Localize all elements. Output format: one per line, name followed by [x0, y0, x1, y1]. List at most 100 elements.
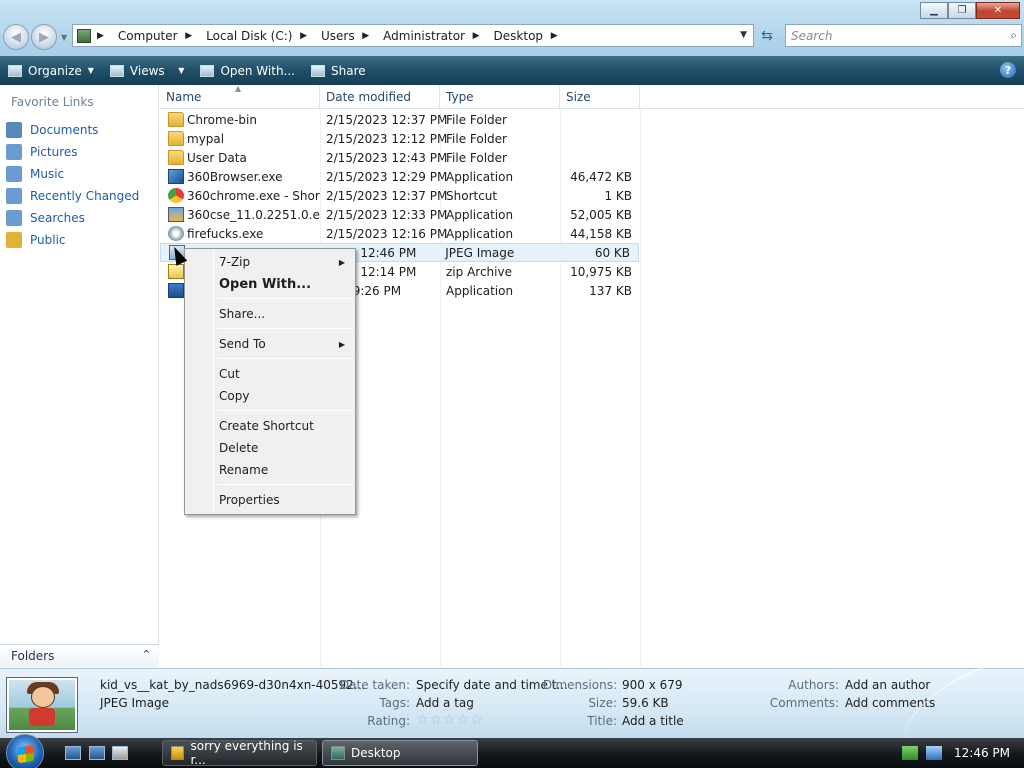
breadcrumb-desktop[interactable]: Desktop ▶	[494, 29, 566, 43]
views-button[interactable]: Views ▼	[102, 56, 193, 85]
refresh-icon: ⇆	[761, 27, 773, 44]
breadcrumb-root-arrow[interactable]: ▶	[97, 31, 112, 41]
menu-item-cut[interactable]: Cut	[219, 364, 351, 384]
rating-stars[interactable]: ☆☆☆☆☆	[416, 712, 484, 728]
menu-separator	[217, 358, 353, 359]
menu-item-delete[interactable]: Delete	[219, 438, 351, 458]
table-row[interactable]: Chrome-bin 2/15/2023 12:37 PM File Folde…	[160, 110, 640, 129]
column-header-date[interactable]: Date modified	[320, 85, 440, 109]
chat-app-icon	[171, 746, 185, 760]
sidebar-item-documents[interactable]: Documents	[6, 119, 139, 141]
menu-item-7zip[interactable]: 7-Zip ▶	[219, 252, 351, 272]
sidebar-item-music[interactable]: Music	[6, 163, 139, 185]
recent-pages-dropdown[interactable]: ▼	[61, 33, 67, 42]
back-arrow-icon: ◀	[11, 29, 21, 45]
folders-toggle[interactable]: Folders ⌃	[0, 644, 159, 667]
calculator-icon[interactable]	[112, 746, 128, 760]
chrome-shortcut-icon	[168, 188, 184, 203]
table-row[interactable]: 360cse_11.0.2251.0.exe 2/15/2023 12:33 P…	[160, 205, 640, 224]
comments-label: Comments:	[769, 696, 839, 710]
maximize-button[interactable]: ❐	[948, 2, 976, 19]
menu-separator	[217, 298, 353, 299]
system-tray: 12:46 PM	[902, 738, 1024, 768]
forward-button[interactable]: ▶	[31, 24, 57, 50]
folder-icon	[168, 112, 184, 127]
table-row[interactable]: mypal 2/15/2023 12:12 PM File Folder	[160, 129, 640, 148]
column-headers: Name ▲ Date modified Type Size	[160, 84, 1024, 109]
breadcrumb-users[interactable]: Users ▶	[321, 29, 377, 43]
rating-label: Rating:	[367, 714, 410, 728]
tags-label: Tags:	[379, 696, 410, 710]
app-icon	[168, 283, 184, 298]
menu-item-share[interactable]: Share...	[219, 304, 351, 324]
column-header-name[interactable]: Name ▲	[160, 84, 320, 109]
menu-item-copy[interactable]: Copy	[219, 386, 351, 406]
taskbar-button-desktop[interactable]: Desktop	[322, 740, 478, 766]
chevron-down-icon: ▼	[87, 66, 94, 75]
pictures-icon	[6, 144, 22, 160]
sort-ascending-icon: ▲	[235, 84, 242, 93]
clock[interactable]: 12:46 PM	[954, 746, 1010, 760]
open-with-icon	[200, 64, 215, 77]
window-controls: ▁ ❐ ✕	[920, 2, 1020, 19]
title-label: Title:	[587, 714, 617, 728]
sidebar-item-public[interactable]: Public	[6, 229, 139, 251]
address-dropdown-icon[interactable]: ▼	[740, 30, 747, 40]
context-menu-gutter	[213, 251, 214, 512]
title-value[interactable]: Add a title	[622, 714, 684, 728]
back-button[interactable]: ◀	[3, 24, 29, 50]
sidebar-item-recently-changed[interactable]: Recently Changed	[6, 185, 139, 207]
share-button[interactable]: Share	[303, 56, 374, 85]
breadcrumb-local-disk[interactable]: Local Disk (C:) ▶	[206, 29, 315, 43]
menu-item-create-shortcut[interactable]: Create Shortcut	[219, 416, 351, 436]
switch-windows-icon[interactable]	[89, 746, 105, 760]
navigation-pane: Favorite Links Documents Pictures Music …	[0, 85, 159, 667]
menu-item-rename[interactable]: Rename	[219, 460, 351, 480]
context-menu: 7-Zip ▶ Open With... Share... Send To ▶ Cu…	[184, 248, 356, 515]
security-shield-icon[interactable]	[902, 746, 918, 760]
table-row[interactable]: User Data 2/15/2023 12:43 PM File Folder	[160, 148, 640, 167]
open-with-button[interactable]: Open With...	[192, 56, 303, 85]
tags-value[interactable]: Add a tag	[416, 696, 474, 710]
column-header-size[interactable]: Size	[560, 85, 640, 109]
organize-button[interactable]: Organize ▼	[0, 56, 102, 85]
authors-value[interactable]: Add an author	[845, 678, 930, 692]
views-icon	[109, 64, 124, 77]
menu-item-open-with[interactable]: Open With...	[219, 274, 351, 294]
network-icon[interactable]	[926, 746, 942, 760]
minimize-button[interactable]: ▁	[920, 2, 948, 19]
menu-item-send-to[interactable]: Send To ▶	[219, 334, 351, 354]
taskbar-button-chat[interactable]: sorry everything is r...	[162, 739, 317, 767]
close-button[interactable]: ✕	[976, 2, 1020, 19]
breadcrumb-computer[interactable]: Computer ▶	[118, 29, 200, 43]
chevron-up-icon: ⌃	[141, 648, 151, 661]
search-input[interactable]: Search ⌕	[785, 24, 1022, 47]
table-row[interactable]: 360chrome.exe - Short... 2/15/2023 12:37…	[160, 186, 640, 205]
column-divider	[640, 109, 641, 667]
search-icon[interactable]: ⌕	[1010, 28, 1017, 43]
start-button[interactable]	[6, 734, 44, 768]
folder-icon	[6, 232, 22, 248]
sidebar-item-searches[interactable]: Searches	[6, 207, 139, 229]
app-icon	[168, 226, 184, 241]
details-filename: kid_vs__kat_by_nads6969-d30n4xn-40592...	[100, 678, 366, 692]
size-label: Size:	[588, 696, 617, 710]
sidebar-item-pictures[interactable]: Pictures	[6, 141, 139, 163]
show-desktop-icon[interactable]	[65, 746, 81, 760]
location-icon	[77, 28, 91, 43]
authors-label: Authors:	[788, 678, 839, 692]
refresh-button[interactable]: ⇆	[756, 25, 778, 46]
help-button[interactable]: ?	[1000, 62, 1016, 78]
column-header-type[interactable]: Type	[440, 85, 560, 109]
forward-arrow-icon: ▶	[39, 29, 49, 45]
menu-item-properties[interactable]: Properties	[219, 490, 351, 510]
address-bar[interactable]: ▶ Computer ▶ Local Disk (C:) ▶ Users ▶ A…	[72, 24, 754, 47]
table-row[interactable]: 360Browser.exe 2/15/2023 12:29 PM Applic…	[160, 167, 640, 186]
share-icon	[311, 64, 325, 77]
breadcrumb-administrator[interactable]: Administrator ▶	[383, 29, 487, 43]
taskbar: sorry everything is r... Desktop 12:46 P…	[0, 734, 1024, 768]
table-row[interactable]: firefucks.exe 2/15/2023 12:16 PM Applica…	[160, 224, 640, 243]
details-filetype: JPEG Image	[100, 696, 170, 710]
organize-icon	[8, 64, 22, 77]
menu-separator	[217, 410, 353, 411]
